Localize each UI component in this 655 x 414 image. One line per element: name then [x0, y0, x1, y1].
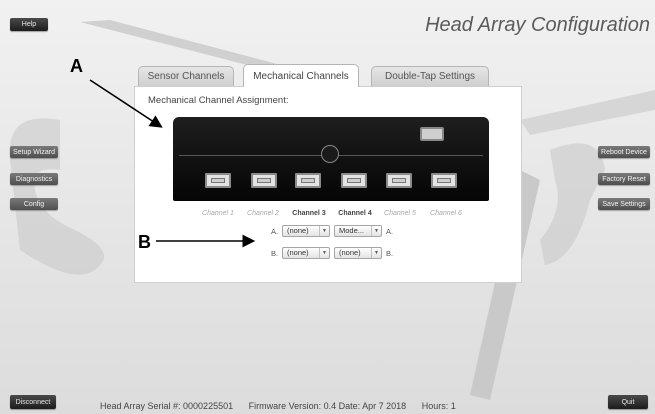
- channel-3-port: [295, 173, 321, 188]
- disconnect-button[interactable]: Disconnect: [10, 395, 56, 409]
- channel-5-label: Channel 5: [384, 210, 416, 217]
- quit-button[interactable]: Quit: [608, 395, 648, 409]
- setup-wizard-button[interactable]: Setup Wizard: [10, 146, 58, 158]
- channel-4-b-select[interactable]: (none) ▼: [334, 247, 382, 259]
- chevron-down-icon: ▼: [371, 226, 381, 236]
- status-bar: Head Array Serial #: 0000225501 Firmware…: [100, 401, 469, 411]
- serial-port-icon: [420, 127, 444, 141]
- chevron-down-icon: ▼: [319, 248, 329, 258]
- channel-5-port: [386, 173, 412, 188]
- panel-title: Mechanical Channel Assignment:: [148, 95, 289, 106]
- firmware-version-text: Firmware Version: 0.4 Date: Apr 7 2018: [248, 401, 407, 411]
- channel-2-label: Channel 2: [247, 210, 279, 217]
- help-button[interactable]: Help: [10, 18, 48, 31]
- channel-4-a-select[interactable]: Mode... ▼: [334, 225, 382, 237]
- row-b-label: B.: [271, 249, 279, 258]
- chevron-down-icon: ▼: [319, 226, 329, 236]
- diagnostics-button[interactable]: Diagnostics: [10, 173, 58, 185]
- chevron-down-icon: ▼: [371, 248, 381, 258]
- channel-3-a-select[interactable]: (none) ▼: [282, 225, 330, 237]
- channel-1-label: Channel 1: [202, 210, 234, 217]
- channel-4-a-value: Mode...: [339, 226, 365, 235]
- factory-reset-button[interactable]: Factory Reset: [598, 173, 650, 185]
- channel-4-b-value: (none): [339, 248, 361, 257]
- device-knob-icon: [321, 145, 339, 163]
- tab-double-tap-settings[interactable]: Double-Tap Settings: [371, 66, 489, 86]
- channel-6-label: Channel 6: [430, 210, 462, 217]
- channel-4-port: [341, 173, 367, 188]
- config-button[interactable]: Config: [10, 198, 58, 210]
- channel-3-a-value: (none): [287, 226, 309, 235]
- head-array-device-image: [173, 117, 489, 201]
- channel-3-b-select[interactable]: (none) ▼: [282, 247, 330, 259]
- tab-mechanical-channels[interactable]: Mechanical Channels: [243, 64, 359, 87]
- row-a-end-label: A.: [386, 227, 394, 236]
- page-title: Head Array Configuration: [425, 14, 650, 36]
- serial-number-text: Head Array Serial #: 0000225501: [100, 401, 234, 411]
- hours-text: Hours: 1: [421, 401, 456, 411]
- channel-2-port: [251, 173, 277, 188]
- row-a-label: A.: [271, 227, 279, 236]
- callout-a: A: [70, 56, 83, 76]
- row-b-end-label: B.: [386, 249, 394, 258]
- tab-sensor-channels[interactable]: Sensor Channels: [138, 66, 234, 86]
- channel-6-port: [431, 173, 457, 188]
- channel-3-label: Channel 3: [292, 210, 326, 217]
- channel-3-b-value: (none): [287, 248, 309, 257]
- channel-1-port: [205, 173, 231, 188]
- channel-4-label: Channel 4: [338, 210, 372, 217]
- save-settings-button[interactable]: Save Settings: [598, 198, 650, 210]
- reboot-device-button[interactable]: Reboot Device: [598, 146, 650, 158]
- callout-b: B: [138, 232, 151, 252]
